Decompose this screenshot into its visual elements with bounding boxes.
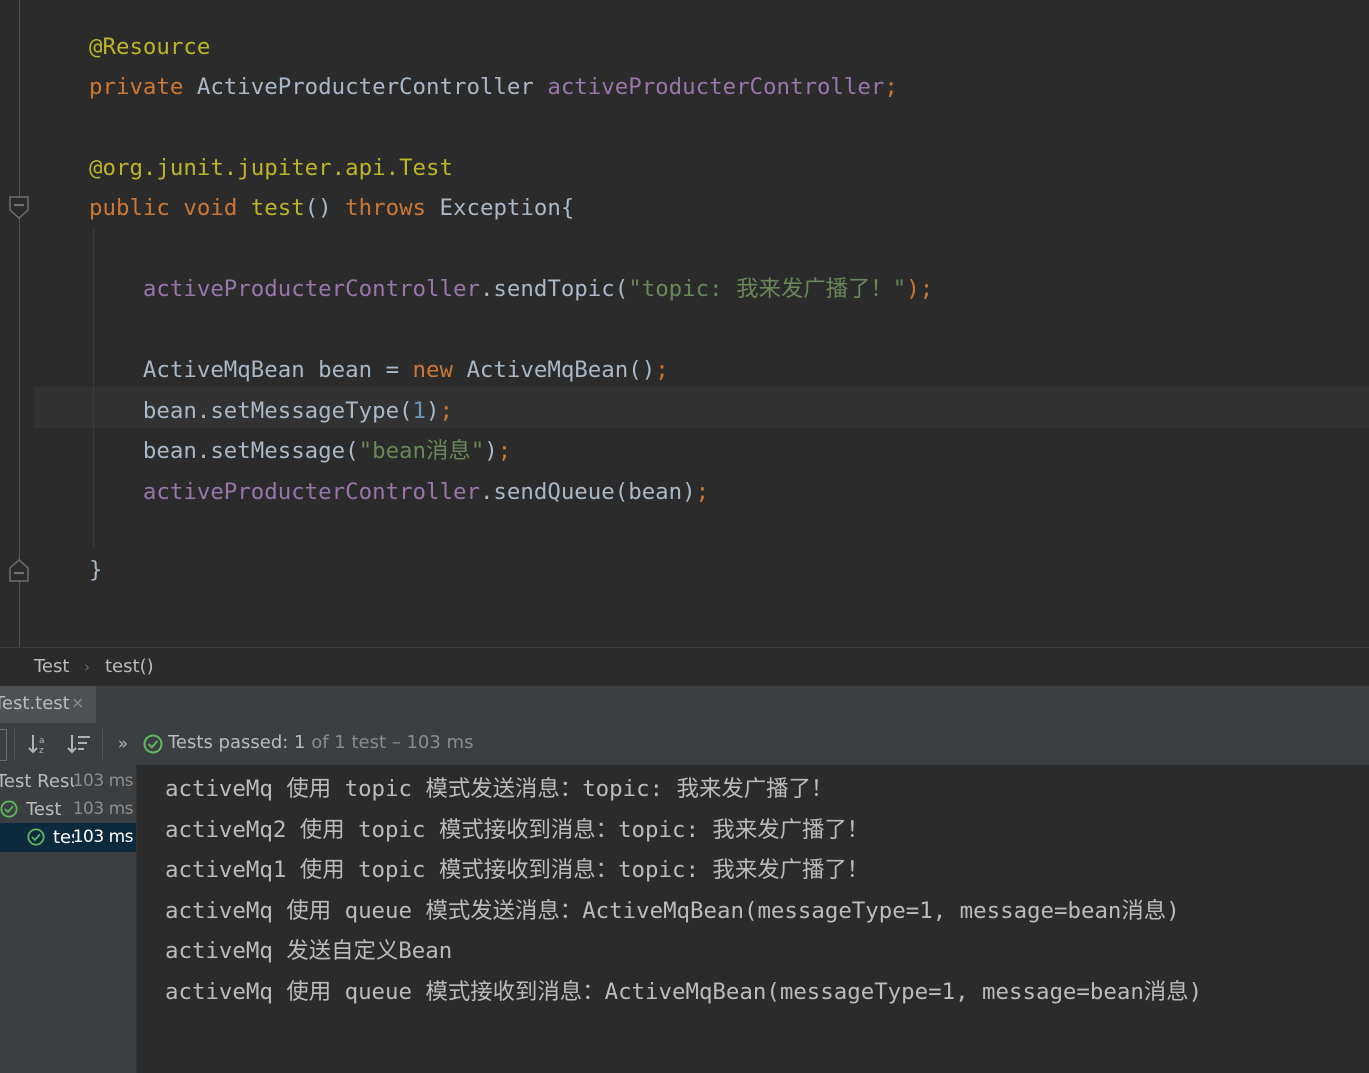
check-circle-icon (27, 828, 45, 846)
run-tab[interactable]: Test.test × (0, 686, 96, 723)
console-output[interactable]: activeMq 使用 topic 模式发送消息：topic: 我来发广播了！ a… (137, 765, 1369, 1073)
code-line: @Resource (89, 27, 210, 67)
more-chevron-icon[interactable]: » (110, 731, 136, 757)
code-token: public (89, 195, 184, 221)
code-token: new (412, 357, 467, 383)
code-token: Exception{ (439, 195, 575, 221)
check-circle-icon (0, 800, 18, 818)
code-token: ; (439, 398, 453, 424)
console-line: activeMq 使用 queue 模式接收到消息：ActiveMqBean(m… (165, 979, 1203, 1005)
code-line: ActiveMqBean bean = new ActiveMqBean(); (89, 350, 669, 390)
console-line: activeMq 使用 topic 模式发送消息：topic: 我来发广播了！ (165, 776, 834, 802)
code-token: activeProducterController (547, 74, 885, 100)
code-editor[interactable]: @Resource private ActiveProducterControll… (0, 0, 1369, 647)
svg-text:a: a (39, 736, 45, 746)
code-token: "bean消息" (358, 438, 485, 464)
test-node-label: Test (26, 799, 62, 820)
test-duration: 103 ms (72, 827, 134, 847)
svg-text:z: z (39, 746, 44, 756)
test-tree-node[interactable]: Test Results103 ms (0, 767, 136, 796)
test-duration: 103 ms (72, 771, 134, 791)
toggle-tree-icon[interactable] (0, 729, 7, 761)
code-token: ActiveProducterController (196, 74, 548, 100)
code-token: } (89, 557, 103, 583)
code-token: ; (695, 479, 710, 505)
code-line: bean.setMessage("bean消息"); (89, 431, 511, 471)
code-token: void (183, 195, 251, 221)
test-node-label: Test Results (0, 771, 74, 792)
code-token: .sendTopic( (479, 276, 629, 302)
code-token: ActiveMqBean bean = (89, 357, 413, 383)
code-token: bean.setMessageType( (89, 398, 413, 424)
sort-by-duration-icon[interactable] (66, 731, 92, 757)
test-duration: 103 ms (72, 799, 134, 819)
test-results-tree[interactable]: Test Results103 msTest103 mstest103 ms (0, 765, 137, 1073)
toolbar-separator (102, 729, 103, 759)
code-token: test (250, 195, 305, 221)
code-token: ) (484, 438, 498, 464)
code-token: activeProducterController (142, 276, 480, 302)
code-token: @org.junit.jupiter.api. (89, 155, 400, 181)
console-line: activeMq2 使用 topic 模式接收到消息：topic: 我来发广播了… (165, 816, 870, 843)
run-tab-bar: Test.test × (0, 685, 1369, 724)
fold-marker-icon[interactable] (9, 196, 29, 220)
test-status: Tests passed: 1 of 1 test – 103 ms (168, 732, 473, 753)
breadcrumb-class[interactable]: Test (34, 656, 69, 677)
toolbar-separator (14, 729, 15, 759)
code-token: .sendQueue(bean) (479, 479, 696, 505)
code-token: ; (497, 438, 512, 464)
code-token: throws (345, 195, 440, 221)
status-detail: of 1 test – 103 ms (305, 732, 474, 753)
gutter-divider (19, 0, 20, 647)
code-line: } (89, 550, 102, 590)
code-token: ); (906, 276, 934, 302)
fold-end-marker-icon[interactable] (9, 558, 29, 582)
code-token: Test (399, 155, 453, 181)
run-toolbar: a z » Tests passed: 1 of 1 test – 103 ms (0, 723, 1369, 766)
console-line: activeMq1 使用 topic 模式接收到消息：topic: 我来发广播了… (165, 857, 870, 884)
code-line: public void test() throws Exception{ (89, 188, 574, 228)
code-line: bean.setMessageType(1); (89, 391, 453, 431)
test-tree-node[interactable]: test103 ms (0, 823, 136, 852)
code-line: @org.junit.jupiter.api.Test (89, 148, 453, 188)
close-icon[interactable]: × (71, 693, 84, 712)
console-line: activeMq 发送自定义Bean (165, 938, 453, 965)
code-line: private ActiveProducterController active… (89, 67, 898, 107)
code-token: 1 (412, 398, 427, 424)
code-token: "topic: 我来发广播了！" (628, 276, 907, 302)
code-token: @Resource (89, 34, 211, 60)
code-line: activeProducterController.sendQueue(bean… (89, 472, 709, 512)
code-token: ActiveMqBean() (466, 357, 656, 383)
breadcrumb: Test › test() (0, 647, 1369, 686)
test-tree-node[interactable]: Test 103 ms (0, 795, 136, 824)
code-token: () (304, 195, 346, 221)
status-main: Tests passed: 1 (168, 732, 306, 753)
console-line: activeMq 使用 queue 模式发送消息：ActiveMqBean(me… (165, 897, 1180, 924)
code-token: ; (655, 357, 669, 383)
breadcrumb-method[interactable]: test() (105, 656, 154, 677)
code-token: ; (884, 74, 898, 100)
run-tab-label: Test.test (0, 693, 70, 714)
test-node-label: test (53, 827, 74, 848)
code-token: bean.setMessage( (89, 438, 359, 464)
code-line: activeProducterController.sendTopic("top… (89, 269, 933, 309)
breadcrumb-separator: › (84, 658, 90, 676)
sort-alphabetically-icon[interactable]: a z (26, 731, 52, 757)
check-circle-icon (143, 734, 163, 754)
code-token: ) (426, 398, 440, 424)
code-token: activeProducterController (142, 479, 480, 505)
code-token: private (89, 74, 197, 100)
